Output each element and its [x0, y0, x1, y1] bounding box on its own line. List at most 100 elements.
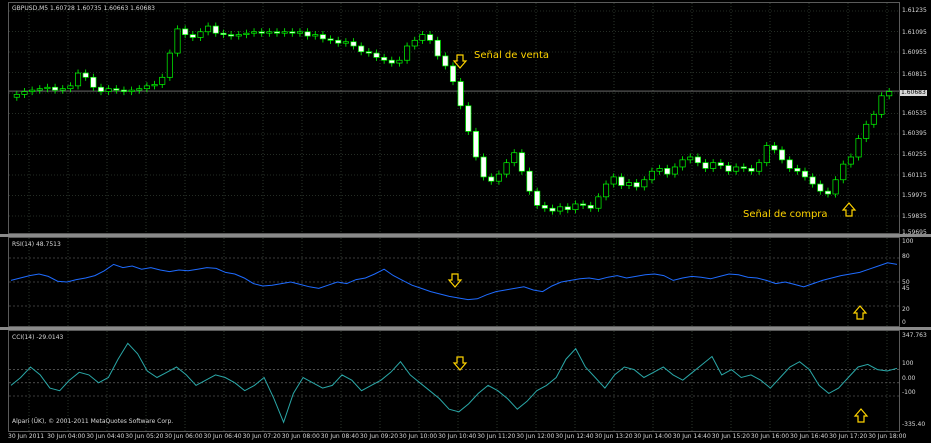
time-tick: 30 Jun 08:00 — [281, 433, 320, 440]
price-tick: 1.59975 — [902, 192, 927, 199]
candle-body — [304, 31, 311, 37]
candle-body — [75, 72, 82, 87]
time-tick: 30 Jun 12:00 — [516, 433, 555, 440]
time-tick: 30 Jun 16:40 — [790, 433, 829, 440]
candle-body — [212, 25, 219, 34]
candle-body — [388, 59, 395, 64]
candle-body — [189, 34, 196, 38]
candle-body — [748, 168, 755, 172]
time-tick: 30 Jun 11:20 — [477, 433, 516, 440]
candle-body — [756, 162, 763, 172]
candle-body — [641, 179, 648, 188]
candle-body — [36, 88, 43, 91]
candle-body — [625, 182, 633, 186]
candle-body — [648, 170, 655, 181]
candle-body — [886, 91, 893, 97]
candle-body — [228, 34, 235, 37]
candle-body — [335, 39, 342, 44]
candle-body — [480, 156, 487, 178]
candle-body — [694, 156, 701, 164]
time-tick: 30 Jun 12:40 — [555, 433, 594, 440]
time-tick: 30 Jun 10:00 — [399, 433, 438, 440]
mt4-chart-window: GBPUSD,M5 1.60728 1.60735 1.60663 1.6068… — [0, 0, 931, 443]
candle-body — [549, 207, 556, 212]
candle-body — [587, 205, 594, 209]
candle-body — [143, 85, 150, 90]
candle-body — [488, 176, 495, 182]
sell-arrow-icon — [447, 273, 463, 288]
candle-body — [534, 190, 541, 206]
sell-signal-label: Señal de venta — [474, 50, 550, 61]
candle-body — [373, 52, 380, 58]
candle-body — [832, 179, 839, 195]
buy-signal-label: Señal de compra — [743, 209, 828, 220]
candle-body — [151, 84, 158, 87]
candle-body — [449, 65, 457, 82]
time-tick: 30 Jun 18:00 — [868, 433, 907, 440]
candle-body — [840, 163, 847, 181]
candle-body — [296, 31, 303, 34]
price-chart-panel[interactable]: GBPUSD,M5 1.60728 1.60735 1.60663 1.6068… — [8, 2, 900, 234]
candle-body — [21, 91, 28, 95]
candle-body — [67, 85, 74, 90]
candlestick-chart — [9, 3, 899, 233]
candle-body — [266, 31, 273, 34]
candle-body — [442, 55, 449, 67]
buy-arrow-icon — [841, 202, 857, 217]
cci-tick: 100 — [902, 360, 914, 367]
rsi-axis: 100 80 50 45 20 0 — [900, 237, 931, 327]
rsi-chart — [9, 238, 899, 326]
candle-body — [518, 152, 525, 172]
cci-tick: -335.40 — [902, 421, 926, 428]
candle-body — [603, 183, 610, 198]
candle-body — [656, 168, 663, 172]
time-tick: 30 Jun 13:20 — [594, 433, 633, 440]
rsi-line — [10, 262, 898, 301]
time-tick: 30 Jun 14:00 — [633, 433, 672, 440]
candle-body — [427, 34, 434, 41]
candle-body — [779, 149, 786, 161]
candle-body — [235, 34, 242, 37]
candle-body — [511, 152, 518, 164]
time-tick: 30 Jun 08:40 — [320, 433, 359, 440]
candle-body — [633, 182, 640, 188]
candle-body — [457, 81, 464, 107]
candle-body — [809, 176, 816, 185]
candle-body — [618, 176, 625, 186]
time-tick: 30 Jun 15:20 — [711, 433, 750, 440]
candle-body — [52, 86, 59, 91]
candle-body — [595, 196, 602, 209]
rsi-label: RSI(14) 48.7513 — [12, 241, 61, 248]
candle-body — [97, 86, 105, 92]
candle-body — [786, 159, 793, 169]
time-tick: 30 Jun 06:00 — [164, 433, 203, 440]
candle-body — [381, 57, 388, 61]
cci-axis: 347.763 100 0.00 -100 -335.40 — [900, 330, 931, 432]
candle-body — [281, 31, 288, 34]
candle-body — [197, 31, 204, 38]
candle-body — [465, 105, 472, 132]
candle-body — [120, 89, 127, 92]
candle-body — [687, 156, 694, 161]
price-axis: 1.61235 1.61095 1.60955 1.60815 1.60683 … — [900, 2, 931, 236]
cci-panel[interactable]: CCI(14) -29.0143 Alpari (ÜK), © 2001-201… — [8, 330, 900, 432]
time-tick: 30 Jun 14:40 — [672, 433, 711, 440]
time-tick: 30 Jun 2011 — [8, 433, 45, 440]
buy-arrow-icon — [852, 305, 868, 320]
candle-body — [220, 32, 227, 35]
candle-body — [243, 32, 250, 35]
candle-body — [870, 113, 877, 125]
candle-body — [557, 206, 564, 212]
candle-body — [763, 145, 770, 164]
price-tick: 1.61235 — [902, 7, 927, 14]
candle-body — [817, 183, 824, 192]
cci-label: CCI(14) -29.0143 — [12, 334, 64, 341]
price-tick: 1.60115 — [902, 172, 927, 179]
candle-body — [472, 131, 479, 158]
candle-body — [159, 76, 166, 85]
rsi-panel[interactable]: RSI(14) 48.7513 — [8, 237, 900, 327]
candle-body — [564, 206, 571, 211]
candle-body — [419, 34, 426, 41]
candle-body — [572, 203, 579, 211]
candle-body — [434, 39, 441, 57]
